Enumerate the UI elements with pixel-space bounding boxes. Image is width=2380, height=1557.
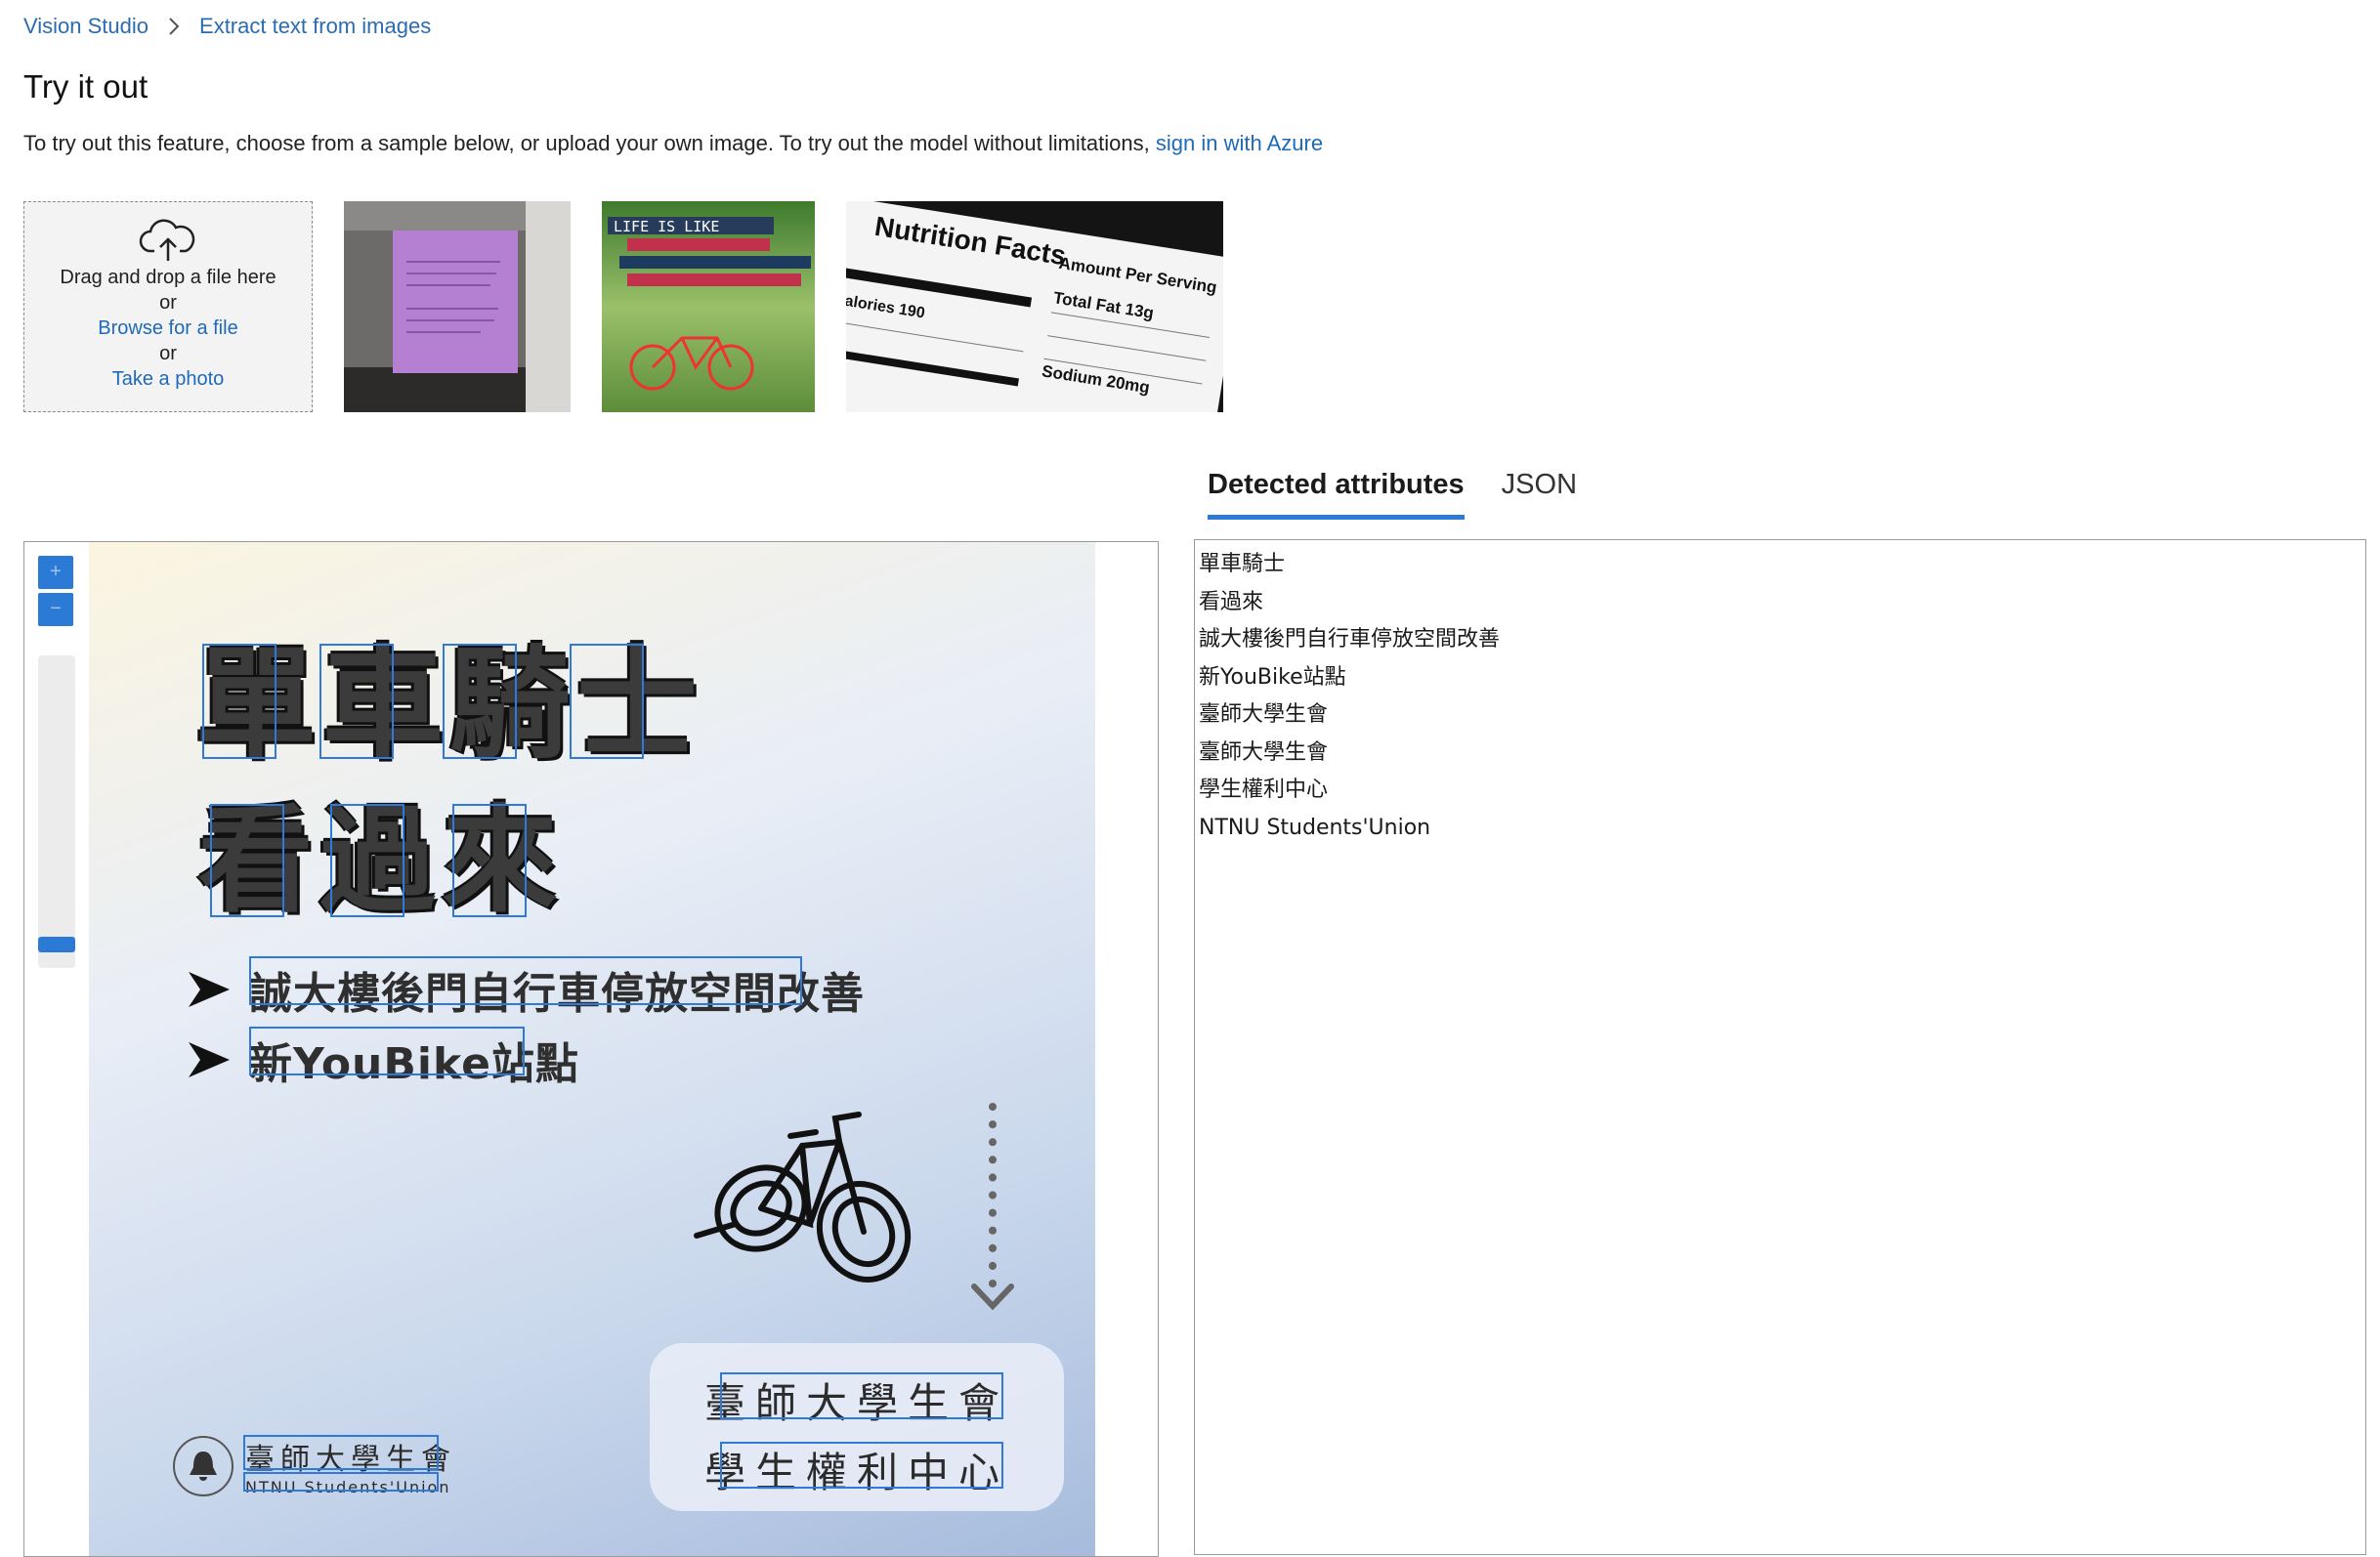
sample-image-sticky-note[interactable] bbox=[344, 201, 571, 412]
or-text: or bbox=[159, 343, 177, 364]
breadcrumb-current[interactable]: Extract text from images bbox=[199, 14, 431, 39]
bicycle-icon bbox=[694, 1112, 912, 1283]
ntnu-logo: 臺師大學生會 NTNU Students'Union bbox=[173, 1435, 456, 1496]
arrow-right-icon bbox=[189, 1042, 230, 1077]
sign-in-azure-link[interactable]: sign in with Azure bbox=[1156, 131, 1323, 155]
analyzed-image: 單 車 騎 士 看 過 來 誠大樓後門自行車停放空間改善 新YouBike站點 bbox=[89, 542, 1095, 1556]
bell-icon bbox=[173, 1435, 234, 1496]
result-line: 新YouBike站點 bbox=[1199, 664, 1346, 690]
plus-icon: + bbox=[50, 561, 62, 582]
poster-glyph: 騎 bbox=[443, 642, 574, 769]
poster-glyph: 來 bbox=[442, 793, 558, 928]
zoom-in-button[interactable]: + bbox=[38, 556, 73, 589]
result-line: 臺師大學生會 bbox=[1199, 739, 1329, 765]
poster-bullet-2: 新YouBike站點 bbox=[187, 1027, 579, 1091]
poster-glyph: 車 bbox=[319, 642, 446, 769]
zoom-slider-thumb[interactable] bbox=[38, 937, 75, 952]
poster-footer-card: 臺師大學生會 學生權利中心 bbox=[650, 1343, 1064, 1511]
result-line: 學生權利中心 bbox=[1199, 778, 1329, 802]
result-line: 誠大樓後門自行車停放空間改善 bbox=[1199, 627, 1501, 652]
result-line: NTNU Students'Union bbox=[1199, 815, 1431, 840]
page-title: Try it out bbox=[23, 68, 149, 105]
minus-icon: − bbox=[50, 598, 62, 619]
or-text: or bbox=[159, 292, 177, 314]
detected-text-results[interactable]: 單車騎士 看過來 誠大樓後門自行車停放空間改善 新YouBike站點 臺師大學生… bbox=[1194, 539, 2366, 1555]
result-line: 臺師大學生會 bbox=[1199, 702, 1329, 727]
cloud-upload-icon bbox=[139, 219, 195, 261]
poster-title-line1: 單 車 騎 士 bbox=[192, 642, 701, 769]
sample-image-nutrition-facts[interactable]: Nutrition Facts Amount Per Serving Total… bbox=[846, 201, 1223, 412]
poster-title-line2: 看 過 來 bbox=[194, 800, 561, 921]
result-tabs: Detected attributes JSON bbox=[1208, 465, 1614, 520]
poster-glyph: 過 bbox=[319, 793, 436, 928]
arrow-right-icon bbox=[189, 972, 230, 1007]
intro-text: To try out this feature, choose from a s… bbox=[23, 131, 1323, 156]
browse-file-link[interactable]: Browse for a file bbox=[98, 317, 237, 339]
image-viewer: + − 單 車 騎 士 看 過 來 誠大樓後門自行車停放空間改善 新YouBik… bbox=[23, 541, 1159, 1557]
poster-card-line1: 臺師大學生會 bbox=[650, 1370, 1064, 1430]
poster-bullet-1: 誠大樓後門自行車停放空間改善 bbox=[187, 956, 865, 1021]
zoom-slider-track[interactable] bbox=[38, 655, 75, 968]
tab-json[interactable]: JSON bbox=[1502, 465, 1577, 520]
chevron-right-icon bbox=[168, 16, 182, 37]
thumb-life-text: LIFE IS LIKE bbox=[614, 218, 719, 235]
poster-glyph: 士 bbox=[570, 642, 701, 769]
result-line: 看過來 bbox=[1199, 589, 1264, 614]
intro-text-body: To try out this feature, choose from a s… bbox=[23, 131, 1150, 155]
take-photo-link[interactable]: Take a photo bbox=[112, 368, 225, 390]
poster-glyph: 單 bbox=[194, 635, 317, 776]
zoom-out-button[interactable]: − bbox=[38, 593, 73, 626]
poster-card-line2: 學生權利中心 bbox=[650, 1440, 1064, 1499]
upload-dropzone[interactable]: Drag and drop a file here or Browse for … bbox=[23, 201, 313, 412]
poster-glyph: 看 bbox=[197, 793, 314, 928]
breadcrumb-vision-studio[interactable]: Vision Studio bbox=[23, 14, 149, 39]
dotted-arrow-down-icon bbox=[971, 1103, 1014, 1311]
drag-drop-text: Drag and drop a file here bbox=[60, 267, 276, 288]
sample-image-bicycle-poster[interactable]: LIFE IS LIKE bbox=[602, 201, 815, 412]
result-line: 單車騎士 bbox=[1199, 552, 1286, 576]
tab-detected-attributes[interactable]: Detected attributes bbox=[1208, 465, 1465, 520]
breadcrumb: Vision Studio Extract text from images bbox=[23, 14, 431, 39]
